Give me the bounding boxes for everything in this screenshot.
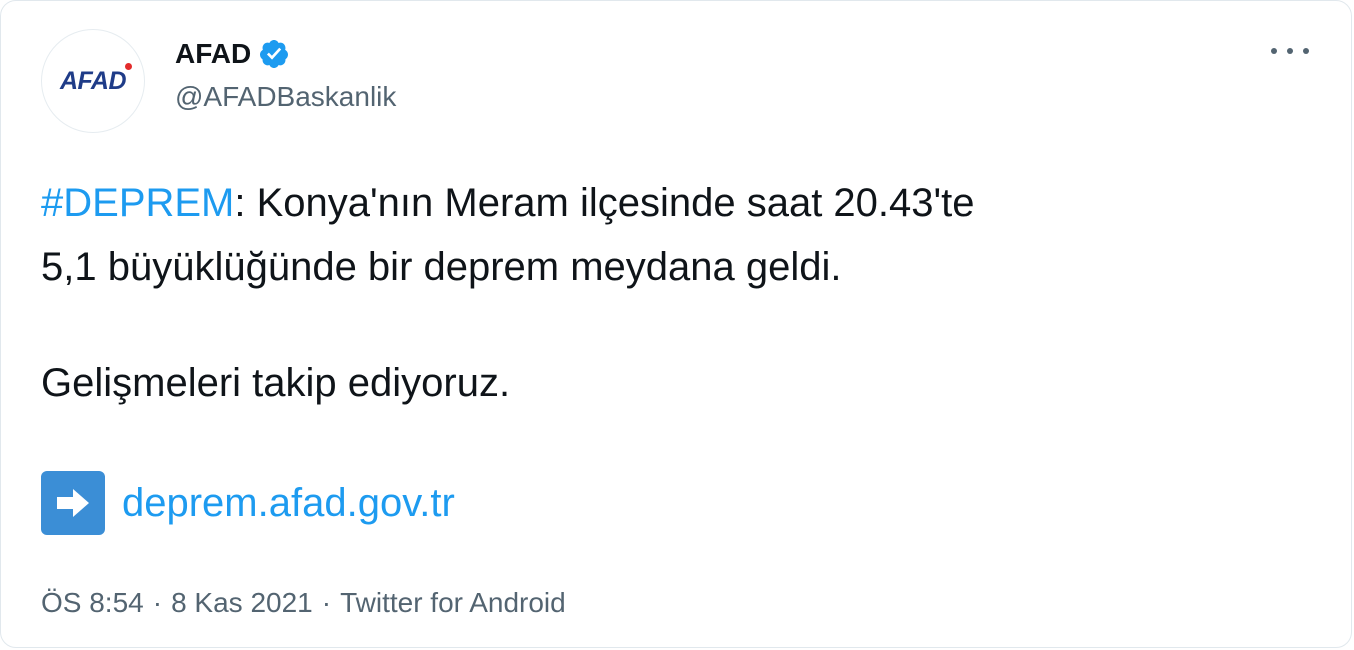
avatar[interactable]: AFAD <box>41 29 145 133</box>
tweet-card: AFAD AFAD @AFADBaskanlik #DEPREM: Konya'… <box>0 0 1352 648</box>
external-link[interactable]: deprem.afad.gov.tr <box>122 471 455 535</box>
dot <box>1271 48 1277 54</box>
tweet-header: AFAD AFAD @AFADBaskanlik <box>41 29 1311 133</box>
tweet-date[interactable]: 8 Kas 2021 <box>171 587 313 618</box>
tweet-source[interactable]: Twitter for Android <box>340 587 566 618</box>
link-row: deprem.afad.gov.tr <box>41 471 1311 535</box>
avatar-logo: AFAD <box>60 62 133 96</box>
tweet-line-1: #DEPREM: Konya'nın Meram ilçesinde saat … <box>41 171 1311 235</box>
name-row: AFAD <box>175 37 396 71</box>
dot <box>1303 48 1309 54</box>
author-identity: AFAD @AFADBaskanlik <box>175 37 396 113</box>
tweet-time[interactable]: ÖS 8:54 <box>41 587 144 618</box>
tweet-text: #DEPREM: Konya'nın Meram ilçesinde saat … <box>41 171 1311 535</box>
verified-badge-icon <box>260 40 289 68</box>
more-options-icon[interactable] <box>1271 45 1309 57</box>
separator: · <box>152 587 163 618</box>
separator: · <box>321 587 332 618</box>
tweet-line-2: 5,1 büyüklüğünde bir deprem meydana geld… <box>41 245 842 289</box>
tweet-line-3: Gelişmeleri takip ediyoruz. <box>41 361 511 405</box>
tweet-metadata: ÖS 8:54 · 8 Kas 2021 · Twitter for Android <box>41 587 566 619</box>
hashtag-link[interactable]: #DEPREM <box>41 181 234 225</box>
author-handle[interactable]: @AFADBaskanlik <box>175 81 396 113</box>
right-arrow-icon <box>41 471 105 535</box>
logo-dot <box>125 62 133 70</box>
display-name[interactable]: AFAD <box>175 38 251 70</box>
tweet-line-1-text: : Konya'nın Meram ilçesinde saat 20.43't… <box>234 181 975 225</box>
dot <box>1287 48 1293 54</box>
